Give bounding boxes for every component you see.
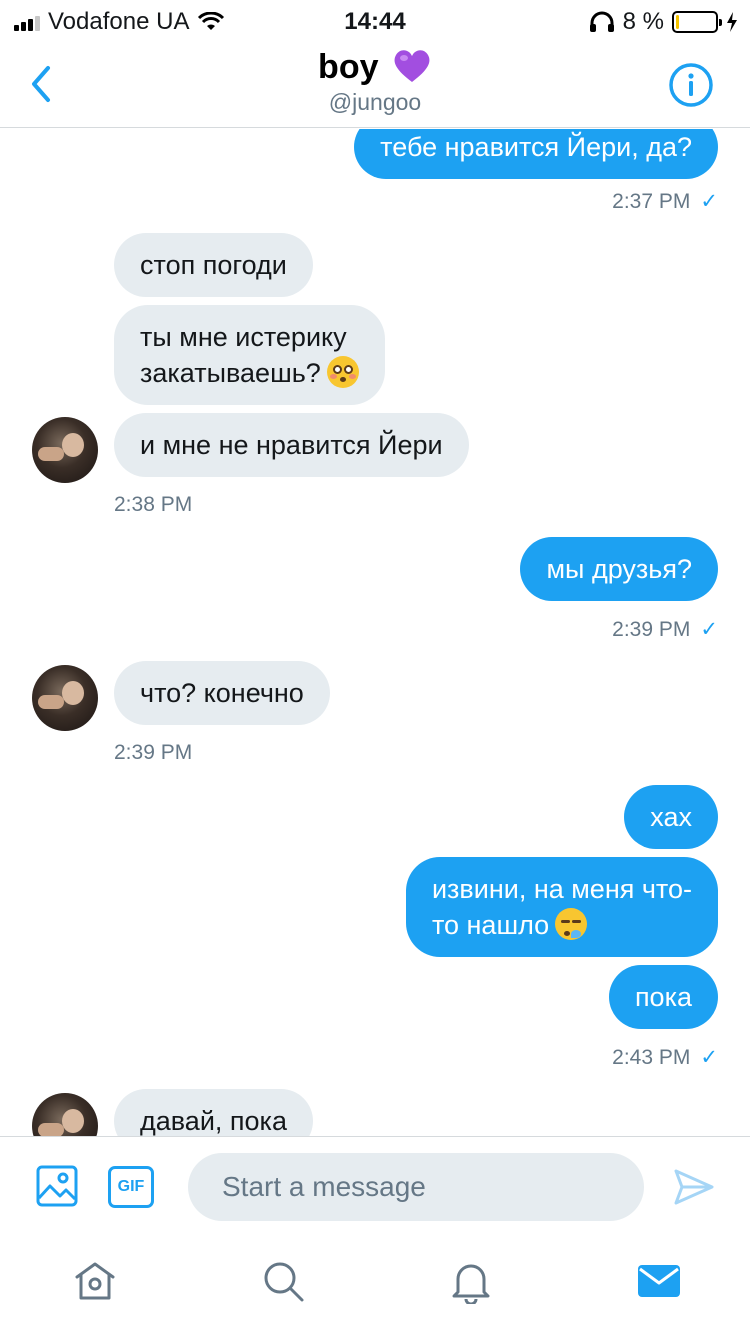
message-timestamp: 2:39 PM ✓ [612,617,718,642]
purple-heart-icon [394,50,430,82]
read-check-icon: ✓ [700,618,718,641]
messages-icon[interactable] [636,1258,682,1304]
headphones-icon [589,11,614,32]
carrier-name: Vodafone UA [48,8,190,35]
incoming-message[interactable]: и мне не нравится Йери [114,413,469,477]
outgoing-message[interactable]: извини, на меня что- то нашло [405,857,718,957]
search-icon[interactable] [260,1258,306,1304]
signal-strength-icon [14,13,40,31]
message-text: и мне не нравится Йери [140,430,443,460]
battery-icon [672,11,722,33]
contact-name: boy [318,48,379,86]
image-icon[interactable] [36,1165,78,1207]
incoming-message[interactable]: что? конечно [114,661,330,725]
message-timestamp: 2:38 PM [114,493,193,516]
message-text: пока [634,982,692,1012]
bottom-tab-bar [0,1236,750,1334]
flushed-face-emoji [326,356,359,388]
timestamp-text: 2:37 PM [612,190,691,213]
incoming-message[interactable]: давай, пока [114,1089,313,1136]
info-icon[interactable] [668,62,714,108]
message-composer: GIF [0,1136,750,1236]
wifi-icon [198,12,225,30]
status-right: 8 % [589,8,738,36]
charging-bolt-icon [727,12,737,32]
status-left: Vodafone UA [14,8,225,36]
battery-percent: 8 % [622,8,664,35]
timestamp-text: 2:43 PM [612,1046,691,1069]
message-text: стоп погоди [140,250,287,280]
incoming-message[interactable]: стоп погоди [114,233,313,297]
battery-fill [676,15,680,29]
timestamp-text: 2:39 PM [612,618,691,641]
outgoing-message[interactable]: тебе нравится Йери, да? [354,129,718,179]
message-input[interactable] [188,1153,644,1221]
message-text-line-with-emoji: то нашло [432,907,692,943]
outgoing-message[interactable]: хах [624,785,718,849]
avatar[interactable] [32,665,98,731]
message-timestamp: 2:43 PM ✓ [612,1045,718,1070]
message-timestamp: 2:37 PM ✓ [612,189,718,214]
conversation-title-block[interactable]: boy @jungoo [0,48,750,116]
conversation-title: boy [0,48,750,87]
read-check-icon: ✓ [700,190,718,213]
outgoing-message[interactable]: мы друзья? [520,537,718,601]
message-text: хах [650,802,692,832]
gif-button[interactable]: GIF [108,1166,154,1208]
home-icon[interactable] [72,1258,118,1304]
notifications-icon[interactable] [448,1258,494,1304]
message-text-line: ты мне истерику [140,322,347,352]
sleepy-face-emoji [555,908,588,940]
avatar[interactable] [32,417,98,483]
message-text-line: то нашло [431,910,550,940]
message-text: тебе нравится Йери, да? [380,132,692,162]
incoming-message[interactable]: ты мне истерику закатываешь? [114,305,385,405]
contact-handle: @jungoo [328,89,422,115]
message-text-line: извини, на меня что- [431,874,692,904]
read-check-icon: ✓ [700,1046,718,1069]
status-bar: Vodafone UA 14:44 8 % [0,0,750,40]
avatar[interactable] [32,1093,98,1136]
send-icon[interactable] [672,1165,716,1209]
outgoing-message[interactable]: пока [608,965,718,1029]
message-text: что? конечно [140,678,304,708]
message-text-line-with-emoji: закатываешь? [140,355,359,391]
message-thread[interactable]: тебе нравится Йери, да? 2:37 PM ✓ стоп по… [0,129,750,1136]
message-timestamp: 2:39 PM [114,741,193,764]
message-text: давай, пока [140,1106,287,1136]
message-text: мы друзья? [546,554,692,584]
message-text-line: закатываешь? [140,358,321,388]
conversation-header: boy @jungoo [0,40,750,128]
